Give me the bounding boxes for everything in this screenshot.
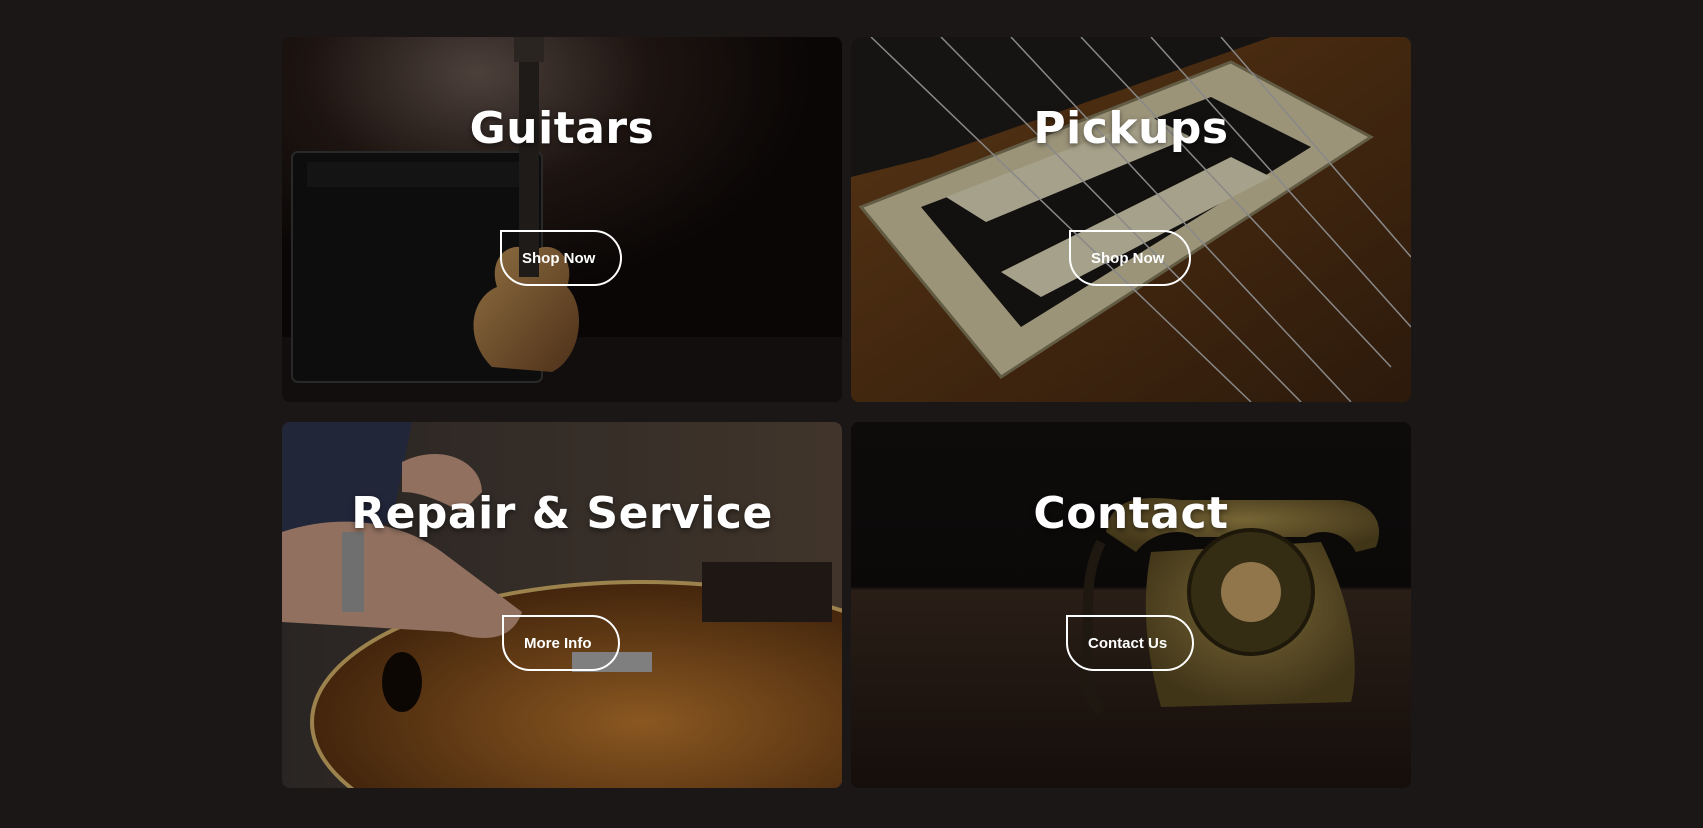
- shop-now-button[interactable]: Shop Now: [1069, 230, 1191, 286]
- card-pickups[interactable]: Pickups Shop Now: [851, 37, 1411, 402]
- card-title: Contact: [1033, 488, 1229, 539]
- image-overlay: [282, 422, 842, 788]
- card-contact[interactable]: Contact Contact Us: [851, 422, 1411, 788]
- card-title: Pickups: [1033, 103, 1229, 154]
- card-repair-service[interactable]: Repair & Service More Info: [282, 422, 842, 788]
- image-overlay: [851, 422, 1411, 788]
- contact-us-button[interactable]: Contact Us: [1066, 615, 1194, 671]
- shop-now-button[interactable]: Shop Now: [500, 230, 622, 286]
- card-title: Repair & Service: [351, 488, 773, 539]
- more-info-button[interactable]: More Info: [502, 615, 620, 671]
- card-title: Guitars: [469, 103, 655, 154]
- category-grid: Guitars Shop Now Pickups Shop Now Repair…: [282, 37, 1411, 788]
- image-overlay: [851, 37, 1411, 402]
- image-overlay: [282, 37, 842, 402]
- card-guitars[interactable]: Guitars Shop Now: [282, 37, 842, 402]
